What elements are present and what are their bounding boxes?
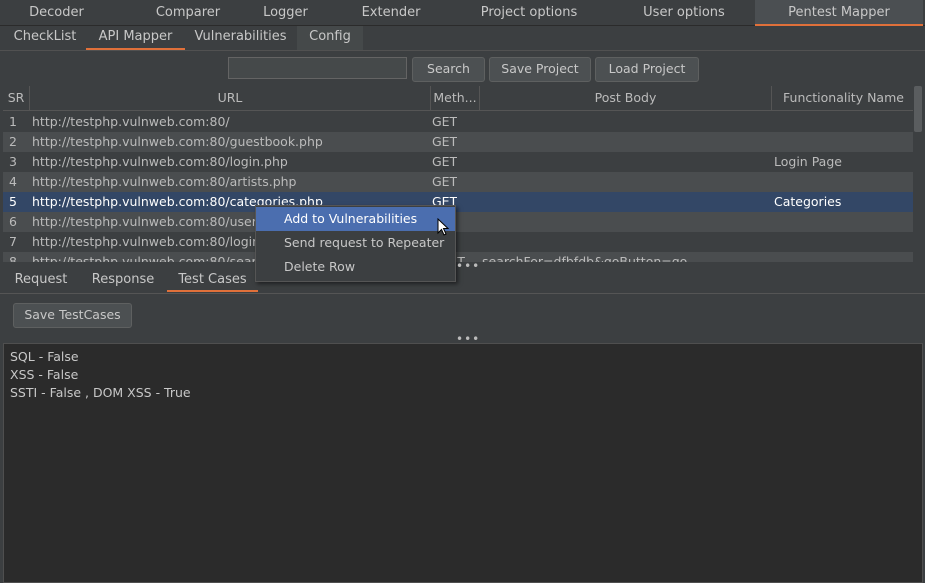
url-cell: http://testphp.vulnweb.com:80/guestbook.…: [32, 134, 323, 149]
table-row[interactable]: 3 http://testphp.vulnweb.com:80/login.ph…: [3, 152, 913, 172]
sr-cell: 2: [9, 134, 17, 149]
sub-tab-bar: CheckList API Mapper Vulnerabilities Con…: [0, 26, 925, 50]
column-header-url[interactable]: URL: [30, 86, 431, 111]
sr-cell: 5: [9, 194, 17, 209]
functionality-cell: Categories: [774, 194, 842, 209]
test-case-line: XSS - False: [10, 367, 79, 382]
method-cell: GET: [432, 114, 458, 129]
tab-extender[interactable]: Extender: [337, 0, 445, 25]
table-row[interactable]: 4 http://testphp.vulnweb.com:80/artists.…: [3, 172, 913, 192]
method-cell: GET: [432, 154, 458, 169]
top-tab-bar: Decoder Comparer Logger Extender Project…: [0, 0, 925, 26]
table-row-selected[interactable]: 5 http://testphp.vulnweb.com:80/categori…: [3, 192, 913, 212]
test-case-line: SSTI - False , DOM XSS - True: [10, 385, 191, 400]
sr-cell: 3: [9, 154, 17, 169]
tab-response[interactable]: Response: [83, 268, 163, 292]
table-row[interactable]: 7 http://testphp.vulnweb.com:80/login.ph…: [3, 232, 913, 252]
column-header-functionality-name[interactable]: Functionality Name: [772, 86, 916, 111]
api-table: SR URL Meth... Post Body Functionality N…: [3, 86, 924, 262]
toolbar: Search Save Project Load Project: [0, 50, 925, 86]
column-header-post-body[interactable]: Post Body: [480, 86, 772, 111]
search-button[interactable]: Search: [412, 57, 485, 82]
table-row[interactable]: 2 http://testphp.vulnweb.com:80/guestboo…: [3, 132, 913, 152]
tab-checklist[interactable]: CheckList: [5, 26, 85, 50]
tab-test-cases[interactable]: Test Cases: [167, 268, 258, 292]
table-row[interactable]: 6 http://testphp.vulnweb.com:80/userinfo…: [3, 212, 913, 232]
sr-cell: 4: [9, 174, 17, 189]
test-cases-textarea[interactable]: SQL - False XSS - False SSTI - False , D…: [3, 343, 923, 583]
method-cell: GET: [432, 134, 458, 149]
tab-decoder[interactable]: Decoder: [0, 0, 113, 25]
tab-request[interactable]: Request: [4, 268, 78, 292]
tab-user-options[interactable]: User options: [613, 0, 755, 25]
load-project-button[interactable]: Load Project: [595, 57, 699, 82]
tab-vulnerabilities[interactable]: Vulnerabilities: [186, 26, 295, 50]
column-header-method[interactable]: Meth...: [431, 86, 480, 111]
method-cell: GET: [432, 174, 458, 189]
menu-item-send-to-repeater[interactable]: Send request to Repeater: [256, 231, 455, 255]
mouse-cursor-icon: [437, 218, 450, 236]
table-scrollbar-thumb[interactable]: [914, 86, 922, 132]
table-row[interactable]: 1 http://testphp.vulnweb.com:80/ GET: [3, 112, 913, 132]
url-cell: http://testphp.vulnweb.com:80/login.php: [32, 234, 288, 249]
menu-item-add-to-vulnerabilities[interactable]: Add to Vulnerabilities: [256, 207, 455, 231]
tab-pentest-mapper[interactable]: Pentest Mapper: [755, 0, 923, 26]
test-case-line: SQL - False: [10, 349, 79, 364]
url-cell: http://testphp.vulnweb.com:80/login.php: [32, 154, 288, 169]
tab-project-options[interactable]: Project options: [445, 0, 613, 25]
url-cell: http://testphp.vulnweb.com:80/: [32, 114, 230, 129]
sr-cell: 1: [9, 114, 17, 129]
url-cell: http://testphp.vulnweb.com:80/artists.ph…: [32, 174, 297, 189]
sr-cell: 7: [9, 234, 17, 249]
functionality-cell: Login Page: [774, 154, 842, 169]
tab-logger[interactable]: Logger: [263, 0, 308, 25]
tab-api-mapper[interactable]: API Mapper: [86, 26, 185, 50]
sr-cell: 8: [9, 254, 17, 262]
search-input[interactable]: [228, 57, 407, 79]
column-header-sr[interactable]: SR: [3, 86, 30, 111]
save-testcases-button[interactable]: Save TestCases: [13, 303, 132, 328]
save-project-button[interactable]: Save Project: [489, 57, 591, 82]
tab-config[interactable]: Config: [297, 26, 363, 50]
post-body-cell: searchFor=dfbfdb&goButton=go: [482, 254, 688, 262]
bottom-tab-bar: Request Response Test Cases: [0, 268, 925, 294]
tab-comparer[interactable]: Comparer: [113, 0, 263, 25]
sr-cell: 6: [9, 214, 17, 229]
